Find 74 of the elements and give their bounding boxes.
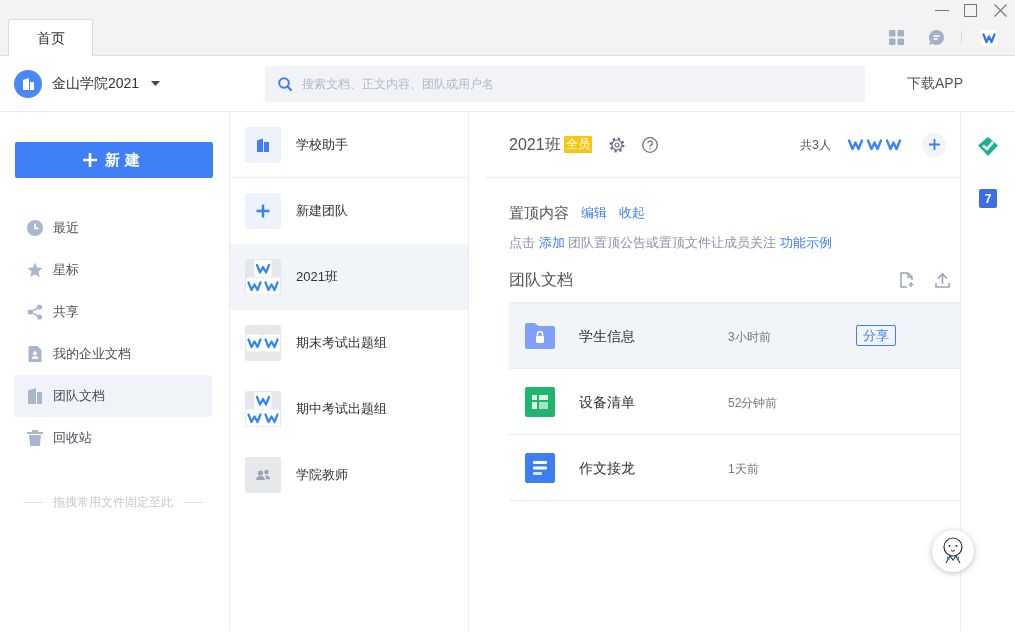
new-document-button[interactable] xyxy=(899,272,914,288)
pinned-title: 置顶内容 xyxy=(509,202,569,223)
upload-button[interactable] xyxy=(935,272,950,288)
team-item[interactable]: 学院教师 xyxy=(230,442,468,508)
file-name: 学生信息 xyxy=(579,327,635,344)
all-members-badge: 全员 xyxy=(563,136,592,153)
team-item[interactable]: 学校助手 xyxy=(230,112,468,178)
spreadsheet-icon xyxy=(525,386,555,417)
sidebar-item[interactable]: 共享 xyxy=(14,291,212,333)
clock-icon xyxy=(27,220,43,236)
calendar-icon[interactable]: 7 xyxy=(979,189,997,208)
help-button[interactable] xyxy=(641,136,658,153)
document-icon xyxy=(525,452,555,483)
share-button[interactable]: 分享 xyxy=(856,325,896,346)
account-switcher[interactable]: 金山学院2021 xyxy=(14,69,161,98)
person-document-icon xyxy=(27,346,43,362)
new-file-icon xyxy=(899,272,914,288)
caret-icon xyxy=(151,81,161,86)
close-icon xyxy=(993,3,1007,17)
trash-icon xyxy=(27,430,43,446)
diamond-check-icon xyxy=(977,137,999,156)
star-icon xyxy=(27,262,43,278)
tasks-button[interactable] xyxy=(977,137,999,156)
upload-icon xyxy=(935,272,950,288)
settings-icon xyxy=(608,136,625,153)
home-tab[interactable]: 首页 xyxy=(8,19,93,56)
new-button[interactable]: 新建 xyxy=(15,142,213,178)
building-icon xyxy=(27,388,43,404)
example-link[interactable]: 功能示例 xyxy=(779,235,832,250)
plus-icon xyxy=(928,139,940,150)
team-item[interactable]: 2021班 xyxy=(230,244,468,310)
logo-group-icon xyxy=(245,259,281,295)
building-icon xyxy=(245,126,281,163)
maximize-icon xyxy=(963,3,977,17)
team-item[interactable]: 期中考试出题组 xyxy=(230,376,468,442)
settings-button[interactable] xyxy=(608,136,625,153)
sidebar-item[interactable]: 我的企业文档 xyxy=(14,333,212,375)
people-icon xyxy=(245,457,281,493)
team-item[interactable]: 期末考试出题组 xyxy=(230,310,468,376)
file-name: 作文接龙 xyxy=(579,459,635,476)
account-avatar-icon xyxy=(14,69,42,98)
search-icon xyxy=(278,76,292,91)
locked-folder-icon xyxy=(525,322,555,349)
file-name: 设备清单 xyxy=(579,393,635,410)
logo-group-icon xyxy=(245,325,281,361)
sidebar-item[interactable]: 回收站 xyxy=(14,417,212,459)
edit-link[interactable]: 编辑 xyxy=(581,203,607,223)
section-title: 团队文档 xyxy=(509,270,573,290)
modified-time: 52分钟前 xyxy=(728,395,778,410)
modified-time: 3小时前 xyxy=(728,329,771,344)
sidebar-item[interactable]: 团队文档 xyxy=(14,375,212,417)
collapse-link[interactable]: 收起 xyxy=(619,203,645,223)
share-icon xyxy=(27,304,43,320)
plus-icon xyxy=(83,153,97,167)
help-icon xyxy=(641,136,658,153)
logo-group-icon xyxy=(245,391,281,427)
member-count: 共3人 xyxy=(800,136,831,154)
sidebar-item[interactable]: 最近 xyxy=(14,207,212,249)
chat-bubble-icon xyxy=(928,30,944,45)
download-app-link[interactable]: 下载APP xyxy=(907,73,963,94)
grid-icon xyxy=(888,30,904,45)
pinned-hint: 点击 添加 团队置顶公告或置顶文件让成员关注 功能示例 xyxy=(509,234,832,252)
file-row[interactable]: 作文接龙 1天前 xyxy=(509,435,960,501)
sidebar-item[interactable]: 星标 xyxy=(14,249,212,291)
file-row[interactable]: 学生信息 3小时前 分享 xyxy=(509,303,960,369)
team-item[interactable]: 新建团队 xyxy=(230,178,468,244)
add-link[interactable]: 添加 xyxy=(538,235,565,250)
team-title: 2021班 xyxy=(509,134,561,155)
plus-icon xyxy=(245,193,281,229)
minimize-icon xyxy=(935,9,949,11)
add-member-button[interactable] xyxy=(922,132,946,157)
modified-time: 1天前 xyxy=(728,461,759,476)
file-row[interactable]: 设备清单 52分钟前 xyxy=(509,369,960,435)
w-logo-icon xyxy=(981,29,997,46)
